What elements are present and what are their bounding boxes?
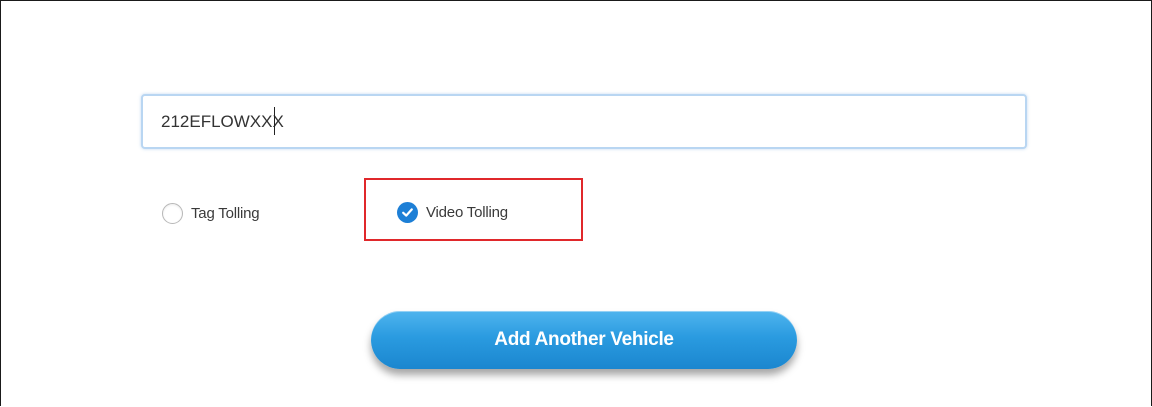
text-cursor bbox=[274, 107, 275, 135]
video-tolling-label: Video Tolling bbox=[426, 204, 508, 221]
radio-unchecked-icon[interactable] bbox=[162, 203, 183, 224]
vehicle-form-panel: Tag Tolling Video Tolling Add Another Ve… bbox=[0, 0, 1152, 406]
add-another-vehicle-button[interactable]: Add Another Vehicle bbox=[371, 311, 797, 369]
tag-tolling-label: Tag Tolling bbox=[191, 205, 260, 222]
checkmark-icon bbox=[402, 208, 413, 217]
check-circle-icon[interactable] bbox=[397, 202, 418, 223]
video-tolling-option[interactable]: Video Tolling bbox=[397, 202, 508, 223]
tag-tolling-option[interactable]: Tag Tolling bbox=[162, 203, 260, 224]
